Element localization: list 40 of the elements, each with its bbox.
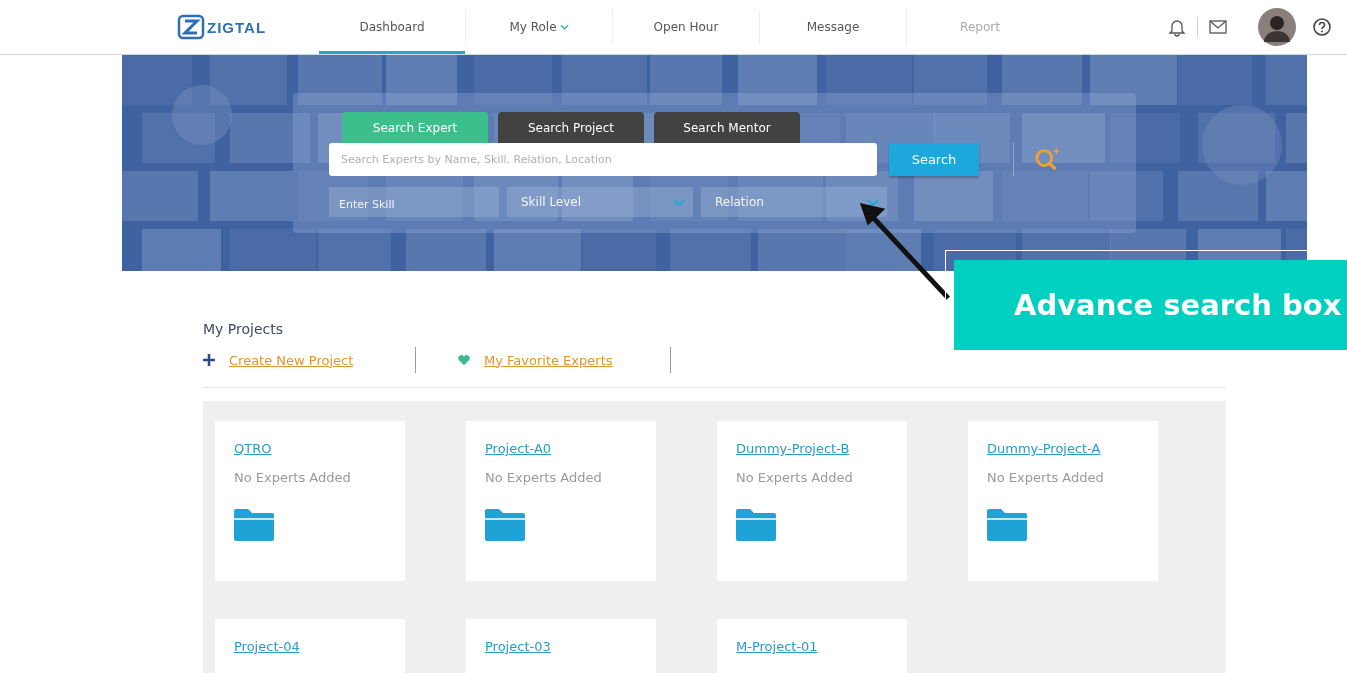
chevron-icon bbox=[867, 198, 879, 206]
folder-icon bbox=[736, 507, 776, 541]
search-field[interactable]: Search Experts by Name, Skill, Relation, Location bbox=[329, 142, 877, 176]
nav-tab[interactable]: My Role bbox=[466, 0, 612, 54]
logo-text: ZIGTAL bbox=[207, 18, 267, 36]
avatar[interactable] bbox=[1258, 8, 1296, 46]
plus-icon bbox=[203, 354, 215, 366]
action-link[interactable]: My Favorite Experts bbox=[484, 352, 613, 368]
search-tab[interactable]: Search Project bbox=[498, 112, 644, 146]
project-link[interactable]: Project-04 bbox=[234, 639, 300, 654]
bell-icon[interactable] bbox=[1167, 17, 1187, 37]
action-link[interactable]: Create New Project bbox=[229, 352, 354, 368]
search-button[interactable]: Search bbox=[889, 142, 979, 176]
chevron-icon bbox=[559, 24, 569, 30]
folder-icon bbox=[987, 507, 1027, 541]
section-title: My Projects bbox=[203, 321, 284, 337]
project-status: No Experts Added bbox=[987, 470, 1104, 485]
folder-icon bbox=[485, 507, 525, 541]
search-tab[interactable]: Search Mentor bbox=[654, 112, 800, 146]
mail-icon[interactable] bbox=[1208, 17, 1228, 37]
logo-icon bbox=[177, 14, 205, 40]
project-link[interactable]: Dummy-Project-B bbox=[736, 441, 850, 456]
heart-icon bbox=[458, 354, 470, 366]
nav-tab[interactable]: Message bbox=[760, 0, 906, 54]
select-field[interactable]: Relation bbox=[701, 187, 887, 217]
select-field[interactable]: Skill Level bbox=[507, 187, 693, 217]
project-link[interactable]: M-Project-01 bbox=[736, 639, 818, 654]
callout-banner: Advance search box bbox=[954, 260, 1347, 350]
chevron-icon bbox=[673, 198, 685, 206]
project-status: No Experts Added bbox=[485, 470, 602, 485]
help-icon[interactable] bbox=[1312, 17, 1332, 37]
project-link[interactable]: Project-A0 bbox=[485, 441, 552, 456]
project-status: No Experts Added bbox=[736, 470, 853, 485]
project-link[interactable]: Project-03 bbox=[485, 639, 551, 654]
nav-tab[interactable]: Open Hour bbox=[613, 0, 759, 54]
folder-icon bbox=[234, 507, 274, 541]
project-status: No Experts Added bbox=[234, 470, 351, 485]
search-tab[interactable]: Search Expert bbox=[342, 112, 488, 146]
project-link[interactable]: Dummy-Project-A bbox=[987, 441, 1101, 456]
project-link[interactable]: QTRO bbox=[234, 441, 272, 456]
